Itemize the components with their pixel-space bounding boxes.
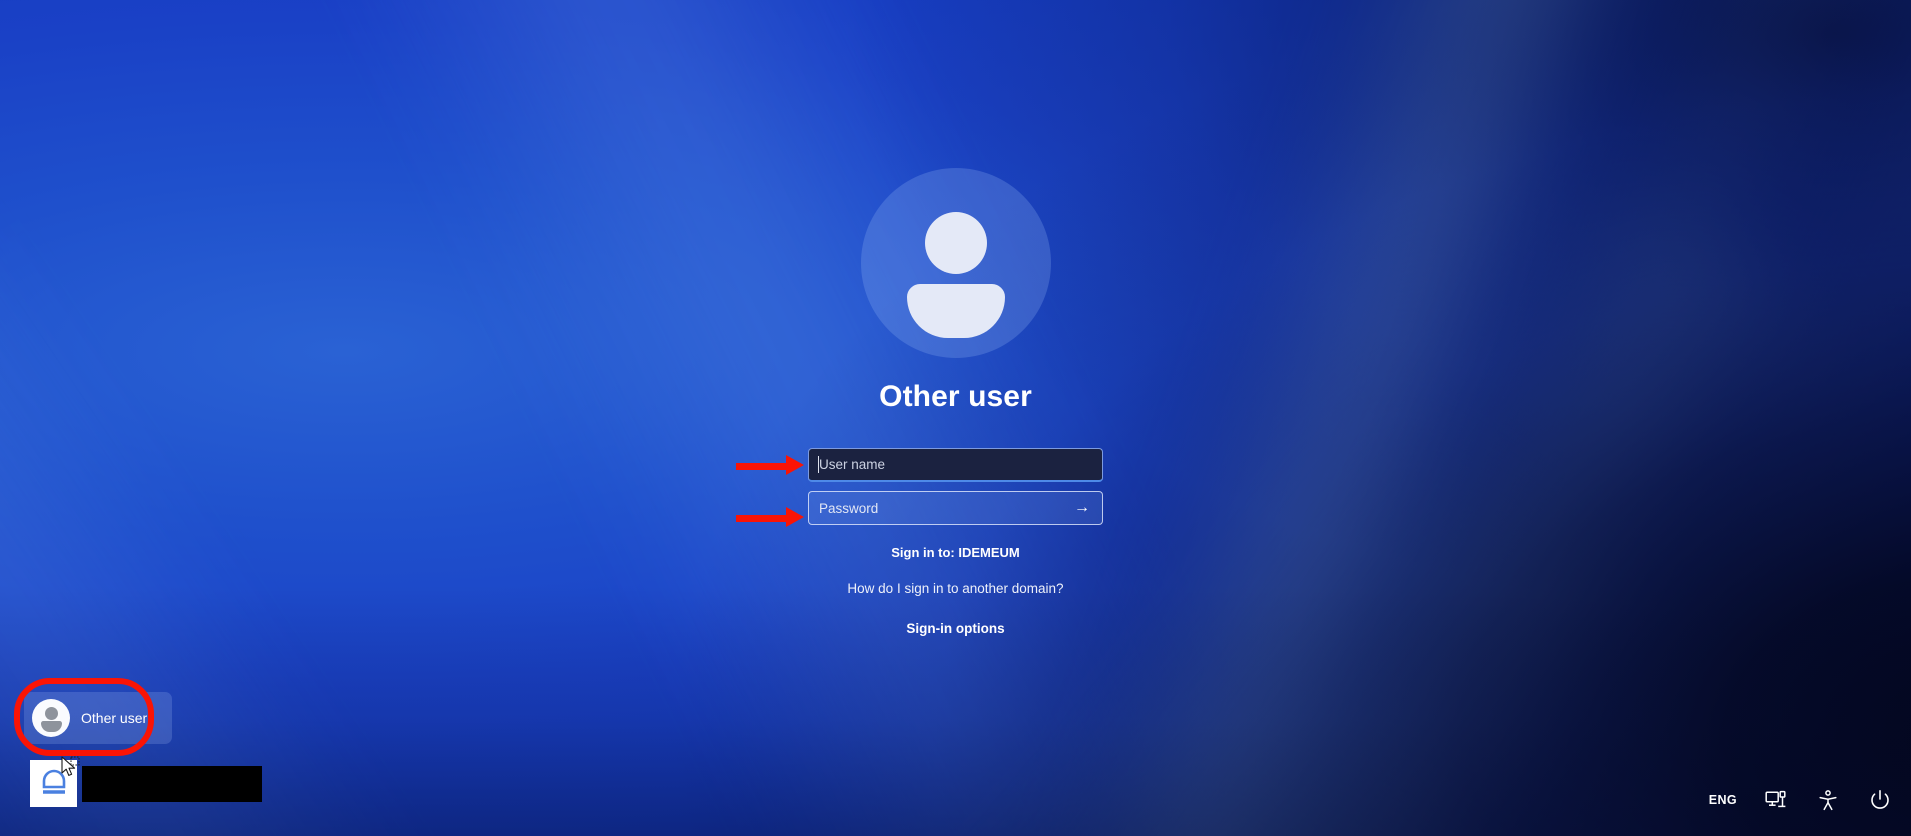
user-tile-avatar-icon (32, 699, 70, 737)
accessibility-icon[interactable] (1815, 787, 1841, 813)
network-ethernet-icon[interactable] (1763, 787, 1789, 813)
another-domain-link[interactable]: How do I sign in to another domain? (847, 581, 1063, 596)
avatar-body-shape (906, 284, 1005, 338)
password-placeholder: Password (819, 500, 879, 516)
page-title: Other user (879, 380, 1032, 413)
lock-screen: Other user User name Password → Sign in … (0, 0, 1911, 836)
sign-in-domain-text: Sign in to: IDEMEUM (891, 545, 1020, 560)
power-icon[interactable] (1867, 787, 1893, 813)
user-tile-label: Other user (81, 710, 148, 726)
username-input[interactable]: User name (808, 448, 1103, 482)
avatar-head-shape (924, 212, 987, 274)
redacted-label (82, 766, 262, 802)
arrow-right-icon[interactable]: → (1071, 497, 1093, 519)
password-input[interactable]: Password → (808, 491, 1103, 525)
user-avatar-icon (860, 168, 1051, 358)
idemeum-app-icon[interactable] (30, 760, 77, 807)
sign-in-options-link[interactable]: Sign-in options (906, 621, 1004, 636)
username-placeholder: User name (819, 457, 886, 472)
system-tray: ENG (1709, 782, 1893, 818)
idemeum-logo-glyph (42, 769, 65, 794)
language-indicator[interactable]: ENG (1709, 793, 1737, 807)
user-tile-other-user[interactable]: Other user (24, 692, 172, 744)
sign-in-panel: Other user User name Password → Sign in … (0, 168, 1911, 636)
